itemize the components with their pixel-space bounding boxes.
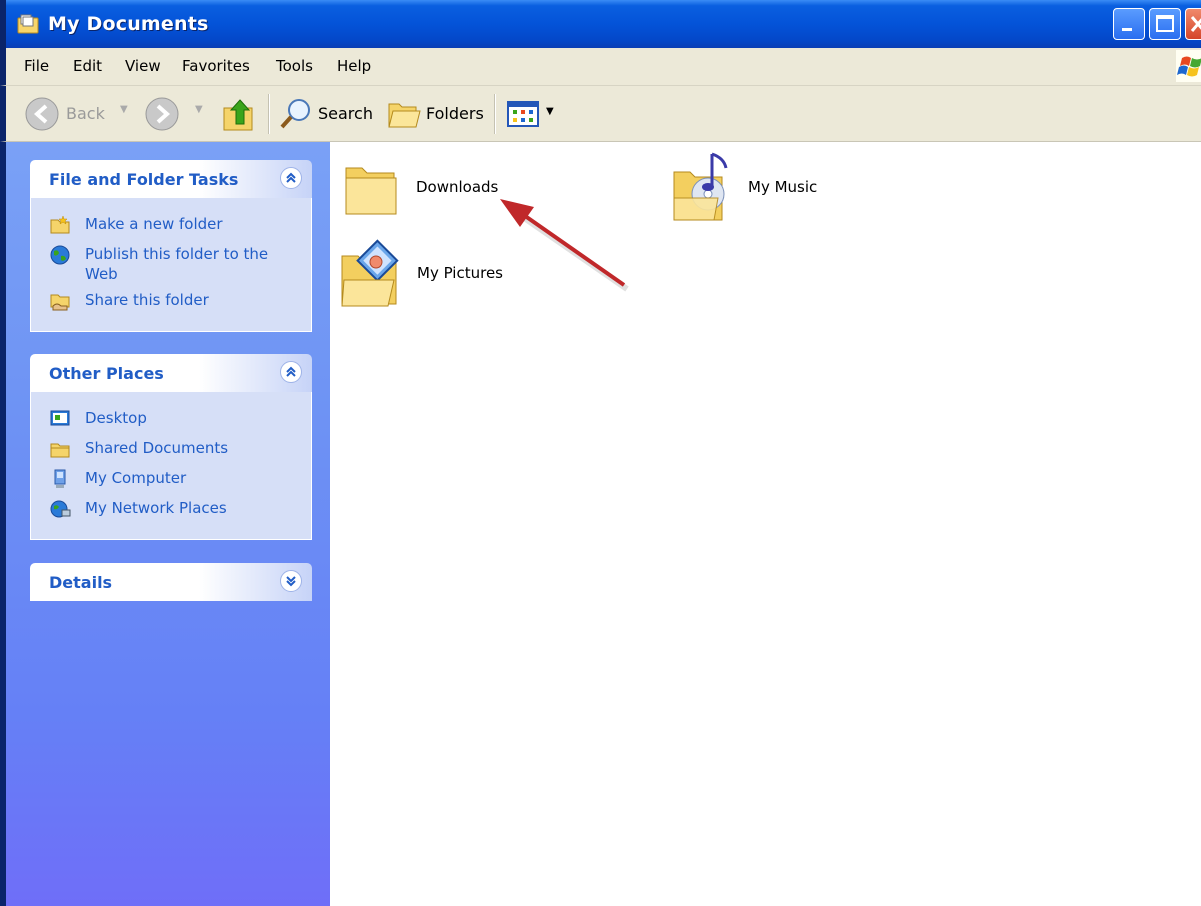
toolbar-separator xyxy=(268,94,270,134)
window-title: My Documents xyxy=(48,13,209,35)
menu-bar: File Edit View Favorites Tools Help xyxy=(0,48,1201,86)
folders-label: Folders xyxy=(426,104,484,123)
panel-body: Desktop Shared Documents My Computer My … xyxy=(30,392,312,540)
menu-file[interactable]: File xyxy=(24,57,49,75)
folders-button[interactable]: Folders xyxy=(386,94,486,134)
panel-header[interactable]: Details xyxy=(30,563,312,601)
globe-icon xyxy=(50,245,70,265)
task-publish-to-web[interactable]: Publish this folder to the Web xyxy=(49,244,309,288)
place-label: My Computer xyxy=(85,469,187,487)
folder-my-music[interactable]: My Music xyxy=(670,150,890,224)
task-label: Publish this folder to the Web xyxy=(85,245,269,283)
menu-view[interactable]: View xyxy=(125,57,161,75)
place-label: Desktop xyxy=(85,409,147,427)
panel-title: Details xyxy=(49,573,113,592)
maximize-button[interactable] xyxy=(1149,8,1181,40)
task-pane: File and Folder Tasks Make a new folder … xyxy=(0,142,330,906)
toolbar-separator xyxy=(494,94,496,134)
forward-arrow-icon xyxy=(145,97,179,131)
menu-help[interactable]: Help xyxy=(337,57,371,75)
expand-button[interactable] xyxy=(280,570,302,592)
item-label: Downloads xyxy=(416,178,499,196)
task-label: Share this folder xyxy=(85,291,209,309)
views-icon xyxy=(507,101,539,127)
panel-title: Other Places xyxy=(49,364,164,383)
maximize-icon xyxy=(1156,15,1174,32)
search-label: Search xyxy=(318,104,373,123)
title-bar: My Documents xyxy=(0,0,1201,48)
annotation-arrow-icon xyxy=(500,199,629,292)
panel-title: File and Folder Tasks xyxy=(49,170,239,189)
share-folder-icon xyxy=(50,294,70,311)
search-button[interactable]: Search xyxy=(278,94,374,134)
panel-header[interactable]: Other Places xyxy=(30,354,312,392)
chevron-up-icon xyxy=(286,172,296,183)
forward-dropdown-icon[interactable]: ▼ xyxy=(195,104,203,115)
folder-icon xyxy=(345,167,397,215)
close-button[interactable] xyxy=(1185,8,1201,40)
chevron-up-icon xyxy=(286,366,296,377)
panel-body: Make a new folder Publish this folder to… xyxy=(30,198,312,332)
task-label: Make a new folder xyxy=(85,215,223,233)
my-documents-icon xyxy=(17,14,39,34)
collapse-button[interactable] xyxy=(280,167,302,189)
network-places-icon xyxy=(50,500,71,518)
menu-edit[interactable]: Edit xyxy=(73,57,102,75)
computer-icon xyxy=(54,469,66,488)
back-dropdown-icon[interactable]: ▼ xyxy=(120,104,128,115)
folders-icon xyxy=(388,103,421,128)
details-panel: Details xyxy=(30,563,312,601)
new-folder-icon xyxy=(50,215,70,234)
file-folder-tasks-panel: File and Folder Tasks Make a new folder … xyxy=(30,160,312,332)
up-folder-button[interactable] xyxy=(220,94,260,134)
back-button[interactable]: Back ▼ xyxy=(24,94,134,134)
pictures-folder-icon xyxy=(341,239,399,307)
desktop-icon xyxy=(50,410,70,426)
close-icon xyxy=(1190,16,1201,32)
folder-icon xyxy=(50,443,70,458)
item-label: My Music xyxy=(748,178,818,196)
menu-tools[interactable]: Tools xyxy=(276,57,313,75)
place-label: Shared Documents xyxy=(85,439,229,457)
panel-header[interactable]: File and Folder Tasks xyxy=(30,160,312,198)
menu-favorites[interactable]: Favorites xyxy=(182,57,250,75)
views-button[interactable]: ▼ xyxy=(506,94,562,134)
place-label: My Network Places xyxy=(85,499,227,517)
minimize-button[interactable] xyxy=(1113,8,1145,40)
toolbar: Back ▼ ▼ Search Folders ▼ xyxy=(0,86,1201,142)
forward-button[interactable]: ▼ xyxy=(144,94,214,134)
back-arrow-icon xyxy=(25,97,59,131)
other-places-panel: Other Places Desktop Shared Documents My… xyxy=(30,354,312,540)
views-dropdown-icon[interactable]: ▼ xyxy=(546,106,554,117)
back-label: Back xyxy=(66,104,105,123)
collapse-button[interactable] xyxy=(280,361,302,383)
minimize-icon xyxy=(1122,28,1132,31)
chevron-down-icon xyxy=(286,576,296,587)
windows-logo-icon xyxy=(1176,50,1201,82)
up-folder-icon xyxy=(223,99,253,131)
music-folder-icon xyxy=(673,152,728,221)
search-icon xyxy=(280,99,310,129)
